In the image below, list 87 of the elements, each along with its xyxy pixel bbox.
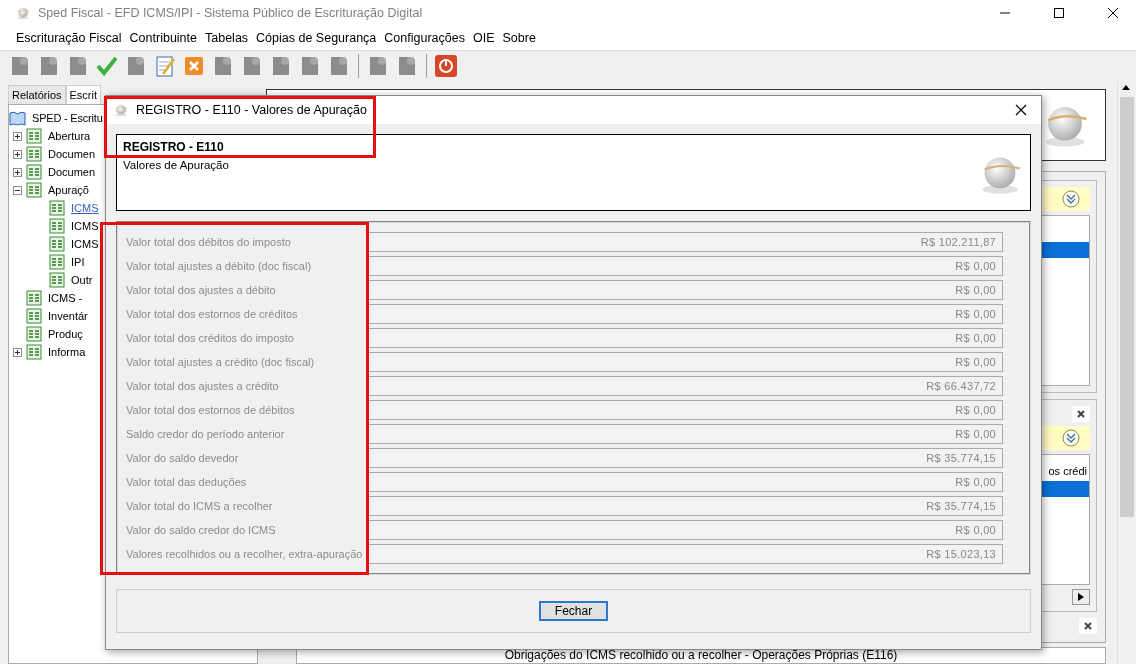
field-label: Valores recolhidos ou a recolher, extra-apuração (126, 548, 364, 560)
tree-item[interactable]: Inventár (46, 310, 88, 322)
value-field: R$ 66.437,72 (368, 376, 1003, 396)
close-icon[interactable] (1079, 618, 1097, 634)
power-icon[interactable] (434, 54, 458, 78)
field-label: Valor do saldo credor do ICMS (126, 524, 277, 536)
field-label: Valor total ajustes a crédito (doc fiscal) (126, 356, 316, 368)
menu-item[interactable]: Tabelas (201, 31, 253, 45)
value-field: R$ 102.211,87 (368, 232, 1003, 252)
tab[interactable]: Relatórios (8, 85, 66, 104)
menu-item[interactable]: Cópias de Segurança (252, 31, 381, 45)
menu-item[interactable]: Configurações (380, 31, 469, 45)
tree-item[interactable]: SPED - Escritu (30, 112, 103, 124)
tree-item[interactable]: Apuraçõ (46, 184, 89, 196)
tree-item[interactable]: Abertura (46, 130, 91, 142)
field-label: Valor total das deduções (126, 476, 248, 488)
menu-item[interactable]: OIE (468, 31, 499, 45)
sheet-icon (26, 308, 42, 324)
close-icon[interactable] (1072, 406, 1090, 422)
notepad-icon[interactable] (153, 54, 177, 78)
sheet-icon (49, 272, 65, 288)
tree-item[interactable]: ICMS - (46, 292, 83, 304)
field-label: Valor total dos estornos de débitos (126, 404, 296, 416)
field-label: Valor total ajustes a débito (doc fiscal) (126, 260, 313, 272)
value-field: R$ 0,00 (368, 280, 1003, 300)
close-button[interactable]: Fechar (538, 601, 609, 621)
sheet-icon (49, 236, 65, 252)
expand-icon[interactable] (13, 167, 22, 177)
scroll-right-icon[interactable] (1072, 589, 1090, 605)
expand-icon[interactable] (13, 131, 22, 141)
field-label: Valor total dos débitos do imposto (126, 236, 292, 248)
value-field: R$ 0,00 (368, 304, 1003, 324)
value-field: R$ 15.023,13 (368, 544, 1003, 564)
sheet-icon (26, 182, 42, 198)
tree-item[interactable]: ICMS (69, 220, 99, 232)
value-field: R$ 0,00 (368, 256, 1003, 276)
tree-item[interactable]: ICMS (69, 238, 99, 250)
app-logo-icon (16, 6, 30, 20)
sheet-icon (49, 254, 65, 270)
tab[interactable]: Escrit (65, 85, 102, 104)
scrollbar[interactable] (1117, 81, 1136, 664)
value-field: R$ 0,00 (368, 472, 1003, 492)
value-field: R$ 35.774,15 (368, 496, 1003, 516)
collapse-icon[interactable] (13, 185, 22, 195)
sheet-icon (49, 218, 65, 234)
value-field: R$ 35.774,15 (368, 448, 1003, 468)
record-subtitle: Valores de Apuração (123, 159, 230, 171)
field-label: Valor total dos ajustes a débito (126, 284, 277, 296)
sheet-icon (26, 164, 42, 180)
delete-icon[interactable] (182, 54, 206, 78)
field-label: Valor total do ICMS a recolher (126, 500, 274, 512)
menu-item[interactable]: Sobre (498, 31, 540, 45)
tree-item[interactable]: IPI (69, 256, 85, 268)
window-title: Sped Fiscal - EFD ICMS/IPI - Sistema Público de Escrituração Digital (38, 6, 424, 20)
sheet-icon (49, 200, 65, 216)
dialog-title: REGISTRO - E110 - Valores de Apuração (136, 103, 368, 117)
book-icon (9, 110, 26, 126)
menu-item[interactable]: Contribuinte (125, 31, 201, 45)
value-field: R$ 0,00 (368, 400, 1003, 420)
chevron-down-icon[interactable] (1062, 429, 1080, 447)
sheet-icon (26, 128, 42, 144)
value-field: R$ 0,00 (368, 424, 1003, 444)
check-icon[interactable] (95, 54, 119, 78)
tree-item[interactable]: ICMS (69, 202, 99, 214)
sheet-icon (26, 290, 42, 306)
tree-item[interactable]: Documen (46, 148, 96, 160)
field-label: Valor total dos ajustes a crédito (126, 380, 280, 392)
sheet-icon (26, 146, 42, 162)
chevron-down-icon[interactable] (1062, 190, 1080, 208)
sheet-icon (26, 344, 42, 360)
menu-item[interactable]: Escrituração Fiscal (12, 31, 126, 45)
field-label: Saldo credor do período anterior (126, 428, 286, 440)
dialog-logo-icon (114, 103, 128, 117)
value-field: R$ 0,00 (368, 328, 1003, 348)
expand-icon[interactable] (13, 149, 22, 159)
value-field: R$ 0,00 (368, 520, 1003, 540)
tree-item[interactable]: Produç (46, 328, 83, 340)
record-title: REGISTRO - E110 (123, 140, 225, 154)
tree-item[interactable]: Documen (46, 166, 96, 178)
field-label: Valor total dos estornos de créditos (126, 308, 299, 320)
sheet-icon (26, 326, 42, 342)
tree-item[interactable]: Outr (69, 274, 93, 286)
value-field: R$ 0,00 (368, 352, 1003, 372)
field-label: Valor do saldo devedor (126, 452, 240, 464)
tree-item[interactable]: Informa (46, 346, 86, 358)
expand-icon[interactable] (13, 347, 22, 357)
field-label: Valor total dos créditos do imposto (126, 332, 295, 344)
